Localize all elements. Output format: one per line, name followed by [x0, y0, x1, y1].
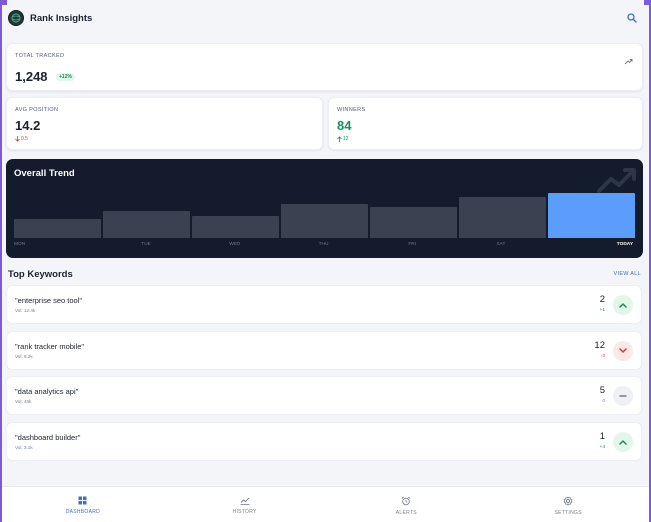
trending-up-icon	[597, 168, 636, 193]
app-header: Rank Insights	[2, 0, 649, 36]
keyword-rank: 2	[599, 294, 605, 305]
chevron-down-icon	[619, 348, 627, 353]
nav-label: DASHBOARD	[65, 509, 101, 515]
trend-bar-fri[interactable]	[370, 206, 457, 238]
trend-x-label: WED	[229, 242, 241, 247]
total-tracked-value: 1,248	[15, 69, 48, 84]
keyword-row[interactable]: "rank tracker mobile" Vol: 8.2k 12 -3	[6, 331, 642, 370]
keyword-name: "dashboard builder"	[15, 433, 81, 442]
trend-bar-today[interactable]	[548, 193, 635, 238]
avg-position-value: 14.2	[15, 118, 41, 133]
nav-dashboard[interactable]: DASHBOARD	[2, 487, 164, 522]
trend-bar-wed[interactable]	[192, 216, 279, 238]
total-tracked-card[interactable]: TOTAL TRACKED 1,248 +12%	[6, 43, 643, 91]
arrow-up-icon	[337, 136, 342, 142]
winners-value: 84	[337, 118, 352, 133]
view-all-link[interactable]: VIEW ALL	[614, 271, 641, 277]
winners-delta-value: 12	[343, 136, 349, 142]
keyword-change: -3	[600, 354, 605, 359]
avg-position-delta-value: 0.5	[21, 136, 28, 142]
avg-position-label: AVG POSITION	[15, 107, 59, 113]
keyword-name: "enterprise seo tool"	[15, 296, 83, 305]
keyword-volume: Vol: 8.2k	[15, 354, 33, 359]
avg-position-card[interactable]: AVG POSITION 14.2 0.5	[6, 97, 323, 150]
nav-alerts[interactable]: ALERTS	[326, 487, 488, 522]
keyword-name: "rank tracker mobile"	[15, 342, 85, 351]
alarm-clock-icon	[402, 496, 411, 505]
keyword-volume: Vol: 3.1k	[15, 445, 33, 450]
trend-bar-thu[interactable]	[281, 204, 368, 238]
arrow-down-icon	[15, 136, 20, 142]
keyword-rank: 12	[594, 340, 605, 351]
keyword-change: 0	[602, 399, 605, 404]
keywords-title: Top Keywords	[8, 268, 73, 280]
trend-x-labels: MON TUE WED THU FRI SAT TODAY	[14, 242, 633, 250]
nav-label: ALERTS	[395, 509, 417, 516]
trend-bar-sat[interactable]	[459, 196, 546, 238]
trend-flat-indicator	[613, 386, 633, 406]
trend-x-label: TUE	[141, 242, 151, 247]
trend-up-indicator	[613, 295, 633, 315]
chevron-up-icon	[619, 440, 627, 445]
keyword-row[interactable]: "data analytics api" Vol: 45k 5 0	[6, 376, 642, 415]
trend-x-label: SAT	[496, 242, 506, 247]
globe-logo-icon	[8, 10, 24, 26]
keyword-rank: 5	[599, 385, 605, 396]
winners-delta: 12	[337, 136, 349, 142]
winners-label: WINNERS	[337, 107, 366, 113]
minus-icon	[619, 395, 627, 397]
nav-history[interactable]: HISTORY	[164, 487, 326, 522]
trend-down-indicator	[613, 341, 633, 361]
trend-x-label: THU	[318, 242, 329, 247]
trend-bar-mon[interactable]	[14, 219, 101, 238]
trend-x-label: FRI	[408, 242, 417, 247]
keyword-volume: Vol: 12.4k	[15, 308, 36, 313]
search-button[interactable]	[625, 11, 639, 25]
trend-x-label: TODAY	[616, 242, 634, 247]
app-title: Rank Insights	[30, 12, 93, 24]
trend-x-label: MON	[14, 242, 26, 247]
winners-card[interactable]: WINNERS 84 12	[328, 97, 643, 150]
search-icon	[627, 13, 637, 23]
total-tracked-label: TOTAL TRACKED	[15, 53, 65, 59]
keyword-row[interactable]: "enterprise seo tool" Vol: 12.4k 2 +1	[6, 285, 642, 324]
gear-icon	[563, 495, 573, 506]
trend-bar-tue[interactable]	[103, 211, 190, 238]
app-frame: Rank Insights TOTAL TRACKED 1,248 +12% A…	[0, 0, 651, 522]
keyword-volume: Vol: 45k	[15, 399, 32, 404]
trend-up-indicator	[613, 432, 633, 452]
total-tracked-badge: +12%	[56, 72, 75, 81]
keywords-header: Top Keywords VIEW ALL	[8, 268, 641, 280]
avg-position-delta: 0.5	[15, 136, 28, 142]
history-chart-icon	[240, 497, 250, 505]
bottom-nav: DASHBOARD HISTORY ALERTS SETTINGS	[2, 486, 649, 522]
link-icon[interactable]	[624, 53, 633, 71]
trend-bars	[14, 193, 635, 238]
chevron-up-icon	[619, 303, 627, 308]
keyword-name: "data analytics api"	[15, 387, 79, 396]
trend-title: Overall Trend	[14, 168, 75, 179]
nav-label: SETTINGS	[554, 509, 582, 516]
keyword-row[interactable]: "dashboard builder" Vol: 3.1k 1 +4	[6, 422, 642, 461]
keyword-change: +1	[599, 308, 605, 313]
keyword-change: +4	[599, 445, 605, 450]
keyword-rank: 1	[599, 431, 605, 442]
nav-label: HISTORY	[232, 509, 257, 515]
nav-settings[interactable]: SETTINGS	[487, 487, 649, 522]
dashboard-grid-icon	[78, 496, 87, 505]
